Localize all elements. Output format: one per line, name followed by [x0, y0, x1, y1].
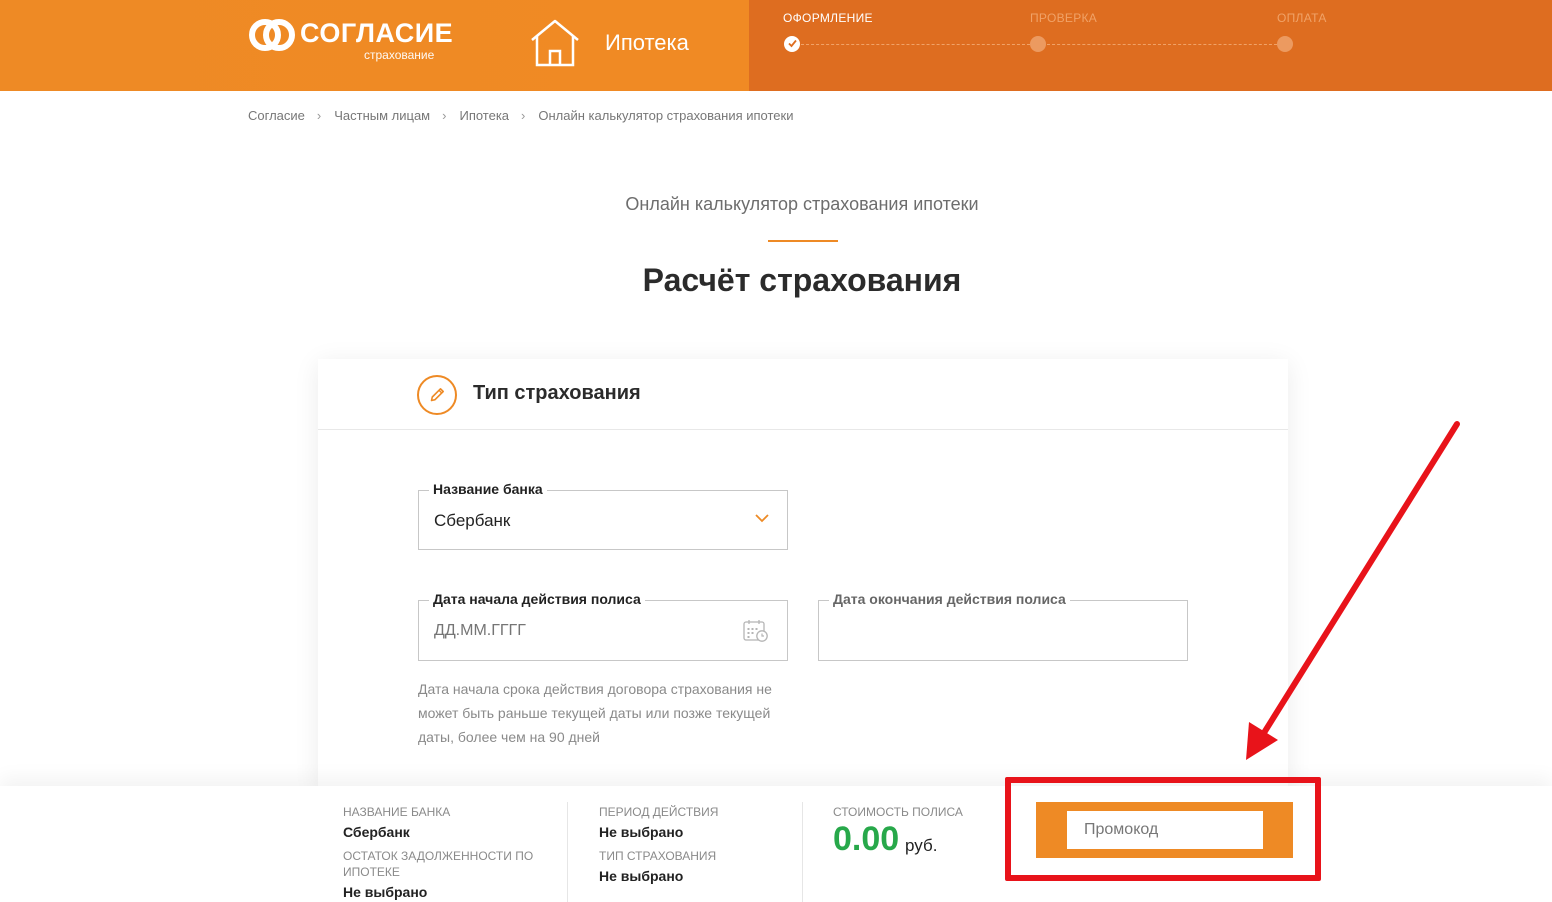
card-title: Тип страхования — [473, 382, 641, 404]
summary-cost-label: СТОИМОСТЬ ПОЛИСА — [833, 805, 963, 819]
step-dot-1 — [784, 36, 800, 52]
end-date-field[interactable]: Дата окончания действия полиса — [818, 591, 1188, 661]
breadcrumb-item[interactable]: Согласие — [248, 108, 305, 123]
breadcrumb-separator: › — [442, 108, 447, 123]
progress-steps-area: ОФОРМЛЕНИЕ ПРОВЕРКА ОПЛАТА — [749, 0, 1552, 91]
brand-subtitle: страхование — [364, 48, 435, 62]
logo-icon — [249, 19, 295, 51]
summary-type-value: Не выбрано — [599, 868, 684, 884]
breadcrumb-current: Онлайн калькулятор страхования ипотеки — [538, 108, 794, 123]
summary-col-cost: СТОИМОСТЬ ПОЛИСА — [833, 804, 963, 820]
start-date-input[interactable] — [434, 622, 714, 640]
breadcrumb-item[interactable]: Частным лицам — [334, 108, 430, 123]
product-title: Ипотека — [605, 30, 689, 55]
summary-divider — [567, 802, 568, 902]
breadcrumb: Согласие › Частным лицам › Ипотека › Онл… — [248, 108, 793, 123]
bank-select-label: Название банка — [429, 481, 547, 497]
logo[interactable]: СОГЛАСИЕ страхование — [248, 16, 453, 64]
insurance-type-card: Тип страхования Название банка Сбербанк … — [318, 359, 1288, 789]
page-title: Расчёт страхования — [642, 262, 962, 298]
bank-select-value: Сбербанк — [434, 511, 511, 530]
step-label-2: ПРОВЕРКА — [1030, 11, 1098, 25]
chevron-down-icon — [755, 514, 769, 523]
brand-name: СОГЛАСИЕ — [300, 18, 454, 48]
pencil-icon — [417, 375, 457, 415]
accent-divider — [768, 240, 838, 242]
header: СОГЛАСИЕ страхование Ипотека ОФОРМЛЕНИЕ … — [0, 0, 1552, 91]
start-date-field[interactable]: Дата начала действия полиса — [418, 591, 788, 661]
summary-bank-value: Сбербанк — [343, 824, 410, 840]
summary-col-period: ПЕРИОД ДЕЙСТВИЯ Не выбрано ТИП СТРАХОВАН… — [599, 804, 779, 892]
calendar-icon[interactable] — [743, 619, 769, 643]
end-date-label: Дата окончания действия полиса — [829, 591, 1070, 607]
step-label-1: ОФОРМЛЕНИЕ — [783, 11, 873, 25]
progress-steps: ОФОРМЛЕНИЕ ПРОВЕРКА ОПЛАТА — [749, 0, 1552, 91]
summary-debt-value: Не выбрано — [343, 884, 428, 900]
summary-type-label: ТИП СТРАХОВАНИЯ — [599, 849, 717, 863]
policy-price: 0.00 — [833, 820, 900, 858]
policy-price-unit: руб. — [905, 836, 938, 855]
header-brand-area: СОГЛАСИЕ страхование Ипотека — [0, 0, 749, 91]
summary-period-label: ПЕРИОД ДЕЙСТВИЯ — [599, 805, 719, 819]
page-subtitle: Онлайн калькулятор страхования ипотеки — [625, 194, 979, 214]
summary-bank-label: НАЗВАНИЕ БАНКА — [343, 805, 451, 819]
step-dot-2 — [1030, 36, 1046, 52]
summary-divider — [802, 802, 803, 902]
breadcrumb-separator: › — [521, 108, 526, 123]
step-label-3: ОПЛАТА — [1277, 11, 1327, 25]
card-header: Тип страхования — [318, 359, 1288, 430]
annotation-highlight-box — [1005, 777, 1321, 881]
house-icon — [531, 19, 579, 67]
step-dot-3 — [1277, 36, 1293, 52]
bank-select[interactable]: Название банка Сбербанк — [418, 481, 788, 550]
breadcrumb-item[interactable]: Ипотека — [459, 108, 509, 123]
summary-col-bank: НАЗВАНИЕ БАНКА Сбербанк ОСТАТОК ЗАДОЛЖЕН… — [343, 804, 543, 902]
start-date-label: Дата начала действия полиса — [429, 591, 645, 607]
step-connector — [801, 44, 1030, 45]
start-date-hint: Дата начала срока действия договора стра… — [418, 681, 772, 745]
check-icon — [788, 39, 797, 48]
breadcrumb-separator: › — [316, 108, 322, 123]
summary-period-value: Не выбрано — [599, 824, 684, 840]
step-connector — [1047, 44, 1277, 45]
summary-debt-label: ОСТАТОК ЗАДОЛЖЕННОСТИ ПО ИПОТЕКЕ — [343, 849, 534, 879]
